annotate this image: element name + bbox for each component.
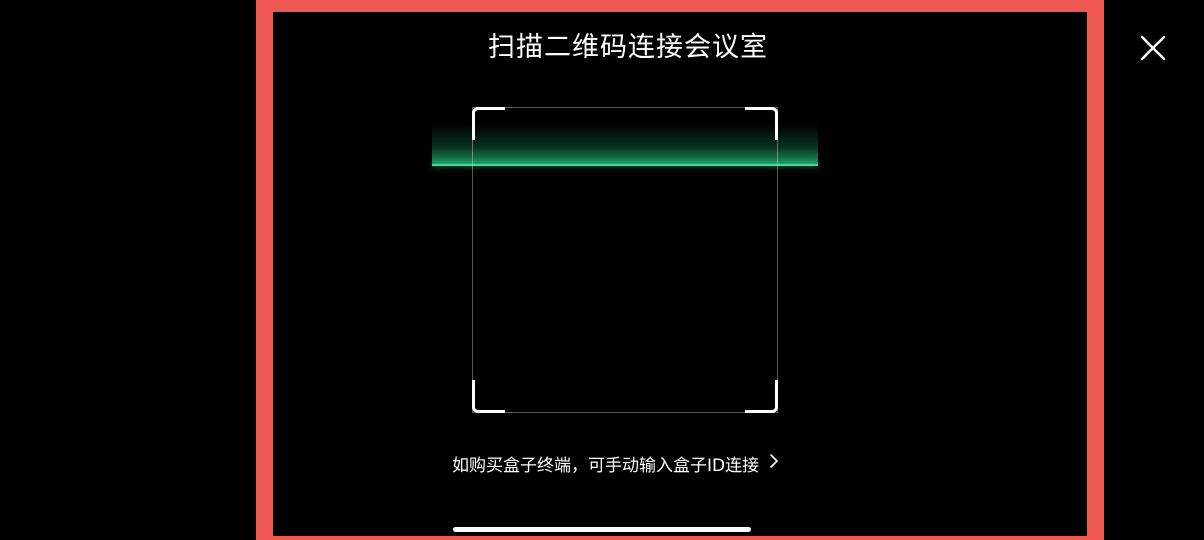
manual-box-id-link[interactable]: 如购买盒子终端，可手动输入盒子ID连接 [452, 450, 779, 476]
viewfinder-corner-bottom-right [745, 380, 778, 413]
page-title: 扫描二维码连接会议室 [488, 32, 768, 63]
viewfinder-corner-top-right [745, 107, 778, 140]
scan-viewfinder [472, 107, 778, 413]
close-button[interactable] [1136, 31, 1170, 65]
scan-qr-screen: 扫描二维码连接会议室 如购买盒子终端，可手动输入盒子ID连接 [0, 0, 1204, 540]
viewfinder-corner-bottom-left [472, 380, 505, 413]
viewfinder-corner-top-left [472, 107, 505, 140]
manual-box-id-label: 如购买盒子终端，可手动输入盒子ID连接 [452, 455, 760, 476]
home-indicator[interactable] [453, 527, 751, 532]
close-icon [1140, 35, 1166, 61]
chevron-right-icon [769, 453, 779, 474]
